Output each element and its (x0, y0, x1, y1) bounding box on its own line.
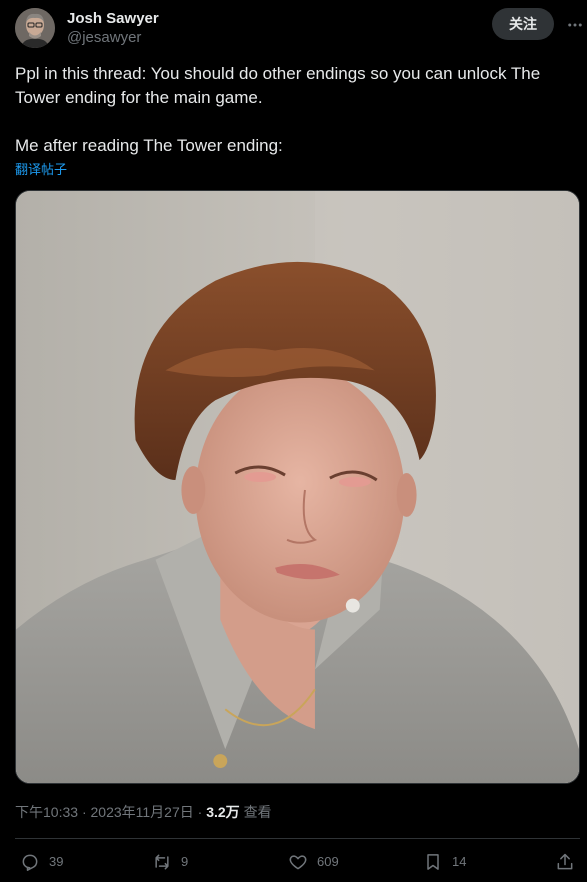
translate-post-link[interactable]: 翻译帖子 (15, 161, 67, 178)
reply-icon (22, 854, 38, 871)
reply-button[interactable]: 39 (20, 850, 63, 874)
more-icon[interactable] (566, 16, 584, 34)
tweet-text: Ppl in this thread: You should do other … (15, 64, 541, 155)
author-name[interactable]: Josh Sawyer (67, 10, 159, 28)
like-button[interactable]: 609 (288, 850, 339, 874)
tweet-time[interactable]: 下午10:33 (15, 804, 78, 820)
like-count: 609 (317, 854, 339, 869)
share-icon (557, 853, 573, 870)
author-handle[interactable]: @jesawyer (67, 29, 141, 47)
avatar-image (15, 8, 55, 48)
tweet-date[interactable]: 2023年11月27日 (91, 804, 194, 820)
share-button[interactable] (555, 850, 575, 874)
bookmark-count: 14 (452, 854, 467, 869)
views-count: 3.2万 (206, 804, 240, 820)
follow-button[interactable]: 关注 (492, 8, 554, 40)
retweet-count: 9 (181, 854, 189, 869)
meta-separator-2: · (197, 804, 203, 820)
heart-icon (289, 855, 307, 870)
media-photo (16, 191, 579, 783)
retweet-button[interactable]: 9 (152, 850, 188, 874)
tweet-meta: 下午10:33 · 2023年11月27日 · 3.2万 查看 (15, 803, 272, 821)
bookmark-icon (427, 854, 439, 870)
retweet-icon (155, 854, 169, 870)
divider (15, 838, 580, 839)
meta-separator: · (81, 804, 87, 820)
tweet-page: Josh Sawyer @jesawyer 关注 Ppl in this thr… (0, 0, 587, 882)
views-label: 查看 (243, 804, 272, 820)
bookmark-button[interactable]: 14 (423, 850, 466, 874)
avatar[interactable] (15, 8, 55, 48)
tweet-media-image[interactable] (15, 190, 580, 784)
reply-count: 39 (49, 854, 64, 869)
